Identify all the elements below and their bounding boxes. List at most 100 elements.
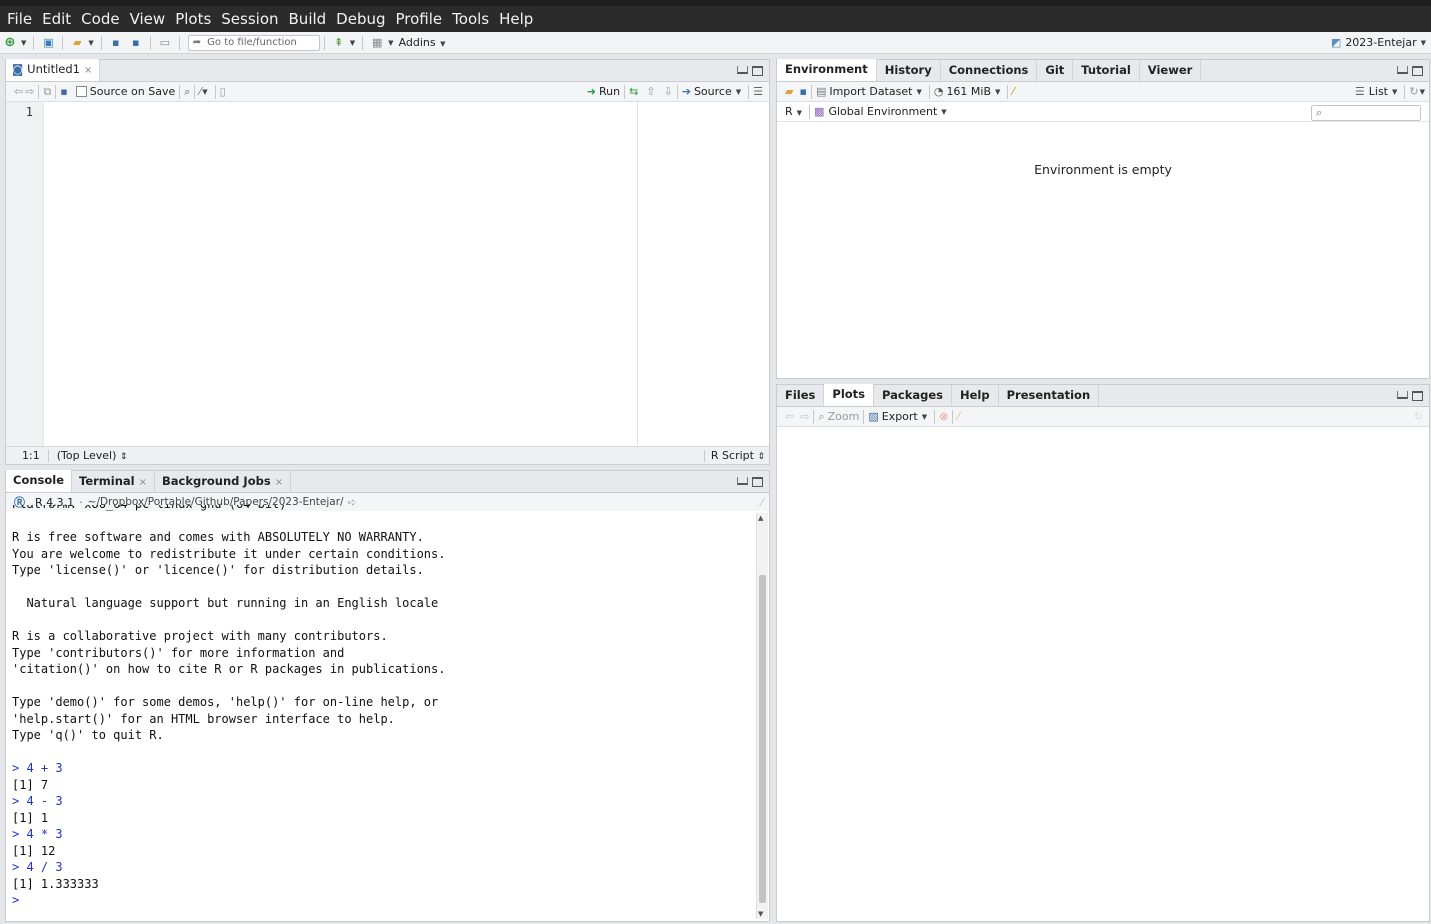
outline-icon[interactable]: ☰ bbox=[753, 85, 763, 98]
minimize-icon[interactable] bbox=[737, 477, 748, 485]
tab-environment[interactable]: Environment bbox=[777, 59, 877, 81]
code-tools-wand-icon[interactable]: ⁄ bbox=[199, 85, 201, 98]
clear-plots-broom-icon[interactable]: ⁄ bbox=[957, 410, 959, 423]
new-file-icon[interactable]: ⊕ bbox=[2, 35, 18, 51]
rerun-icon[interactable]: ⇆ bbox=[629, 85, 638, 98]
scrollbar-thumb[interactable] bbox=[759, 575, 766, 903]
close-icon[interactable]: × bbox=[139, 477, 147, 488]
save-workspace-icon[interactable]: ▪ bbox=[799, 85, 806, 98]
scroll-up-icon[interactable]: ▲ bbox=[758, 514, 763, 522]
forward-arrow-icon[interactable]: ⇨ bbox=[25, 85, 34, 98]
tab-presentation[interactable]: Presentation bbox=[998, 385, 1100, 406]
go-to-file-input[interactable]: ➦ Go to file/function bbox=[187, 34, 320, 51]
scroll-down-icon[interactable]: ▼ bbox=[758, 910, 763, 918]
environment-scope-selector[interactable]: ▩ Global Environment ▼ bbox=[814, 105, 950, 118]
clear-console-broom-icon[interactable]: ⁄ bbox=[761, 496, 763, 509]
tab-connections[interactable]: Connections bbox=[940, 60, 1038, 81]
maximize-icon[interactable] bbox=[1412, 66, 1423, 76]
menu-view[interactable]: View bbox=[125, 6, 171, 32]
menu-session[interactable]: Session bbox=[216, 6, 283, 32]
close-icon[interactable]: × bbox=[275, 477, 283, 488]
remove-plot-icon[interactable]: ⊗ bbox=[939, 410, 948, 423]
menu-edit[interactable]: Edit bbox=[37, 6, 76, 32]
export-button[interactable]: ▧ Export ▼ bbox=[868, 410, 930, 423]
language-selector[interactable]: R ▼ bbox=[785, 105, 805, 118]
save-icon[interactable]: ▪ bbox=[60, 85, 67, 98]
r-file-icon: ◙ bbox=[12, 62, 24, 76]
code-tools-caret-icon[interactable]: ▼ bbox=[202, 88, 207, 96]
tab-help[interactable]: Help bbox=[952, 385, 999, 406]
zoom-button[interactable]: ⌕ Zoom bbox=[818, 410, 859, 424]
view-mode-button[interactable]: ☰ List ▼ bbox=[1355, 85, 1401, 98]
maximize-icon[interactable] bbox=[1412, 391, 1423, 401]
tab-history[interactable]: History bbox=[876, 60, 941, 81]
tab-console[interactable]: Console bbox=[6, 470, 73, 492]
scope-selector[interactable]: (Top Level) ⇕ bbox=[57, 449, 128, 462]
maximize-icon[interactable] bbox=[752, 477, 763, 487]
version-control-icon[interactable]: ⇞ bbox=[331, 35, 347, 51]
environment-search-input[interactable]: ⌕ bbox=[1311, 105, 1421, 121]
tab-background-jobs[interactable]: Background Jobs × bbox=[155, 471, 292, 492]
save-icon[interactable]: ▪ bbox=[108, 35, 124, 51]
console-output[interactable]: Platform: x86_64-pc-linux-gnu (64-bit) R… bbox=[12, 505, 752, 919]
new-file-dropdown-icon[interactable]: ▼ bbox=[21, 39, 26, 47]
project-menu[interactable]: ◩ 2023-Entejar ▼ bbox=[1331, 36, 1429, 49]
console-output-line: Natural language support but running in … bbox=[12, 596, 439, 610]
new-project-icon[interactable]: ▣ bbox=[40, 35, 56, 51]
go-up-icon[interactable]: ⇧ bbox=[646, 85, 655, 98]
refresh-icon[interactable]: ↻ bbox=[1409, 85, 1418, 98]
run-button[interactable]: ➜ Run bbox=[587, 85, 620, 98]
version-control-dropdown-icon[interactable]: ▼ bbox=[350, 39, 355, 47]
source-window-controls bbox=[737, 66, 763, 76]
plots-toolbar: ⇦ ⇨ ⌕ Zoom ▧ Export ▼ ⊗ ⁄ ↻ bbox=[777, 407, 1429, 427]
minimize-icon[interactable] bbox=[1397, 66, 1408, 74]
tab-files[interactable]: Files bbox=[777, 385, 825, 406]
menu-code[interactable]: Code bbox=[76, 6, 124, 32]
code-editor[interactable] bbox=[45, 102, 769, 446]
refresh-caret-icon[interactable]: ▼ bbox=[1420, 88, 1425, 96]
addins-menu[interactable]: Addins ▼ bbox=[399, 36, 449, 49]
tab-packages[interactable]: Packages bbox=[874, 385, 952, 406]
show-in-window-icon[interactable]: ⧉ bbox=[43, 85, 51, 99]
previous-plot-icon[interactable]: ⇦ bbox=[785, 410, 794, 423]
close-icon[interactable]: × bbox=[84, 65, 92, 76]
source-button[interactable]: ➔ Source ▼ bbox=[682, 85, 744, 98]
minimize-icon[interactable] bbox=[737, 66, 748, 74]
pane-layout-dropdown-icon[interactable]: ▼ bbox=[388, 39, 393, 47]
print-icon[interactable]: ▭ bbox=[157, 35, 173, 51]
menu-help[interactable]: Help bbox=[494, 6, 538, 32]
menu-debug[interactable]: Debug bbox=[331, 6, 390, 32]
load-workspace-icon[interactable]: ▰ bbox=[785, 85, 793, 98]
tab-terminal[interactable]: Terminal × bbox=[72, 471, 156, 492]
menu-tools[interactable]: Tools bbox=[447, 6, 494, 32]
maximize-icon[interactable] bbox=[752, 66, 763, 76]
tab-tutorial[interactable]: Tutorial bbox=[1073, 60, 1140, 81]
tab-git[interactable]: Git bbox=[1037, 60, 1074, 81]
tab-untitled1[interactable]: ◙ Untitled1 × bbox=[6, 59, 101, 81]
save-all-icon[interactable]: ▪ bbox=[128, 35, 144, 51]
console-scrollbar[interactable]: ▲ ▼ bbox=[756, 513, 768, 919]
menu-file[interactable]: File bbox=[2, 6, 37, 32]
search-icon[interactable]: ⌕ bbox=[184, 85, 190, 99]
menu-plots[interactable]: Plots bbox=[170, 6, 216, 32]
minimize-icon[interactable] bbox=[1397, 391, 1408, 399]
memory-usage-button[interactable]: ◔ 161 MiB ▼ bbox=[934, 85, 1004, 98]
clear-environment-broom-icon[interactable]: ⁄ bbox=[1012, 85, 1014, 98]
open-file-dropdown-icon[interactable]: ▼ bbox=[88, 39, 93, 47]
source-on-save-checkbox[interactable] bbox=[75, 86, 87, 97]
tab-viewer[interactable]: Viewer bbox=[1139, 60, 1202, 81]
menu-build[interactable]: Build bbox=[284, 6, 332, 32]
tab-plots[interactable]: Plots bbox=[824, 384, 875, 406]
next-plot-icon[interactable]: ⇨ bbox=[800, 410, 809, 423]
menu-profile[interactable]: Profile bbox=[391, 6, 448, 32]
refresh-plot-icon[interactable]: ↻ bbox=[1414, 410, 1423, 423]
pane-layout-icon[interactable]: ▦ bbox=[369, 35, 385, 51]
console-output-line: R is free software and comes with ABSOLU… bbox=[12, 530, 424, 544]
back-arrow-icon[interactable]: ⇦ bbox=[14, 85, 23, 98]
import-dataset-button[interactable]: ▤ Import Dataset ▼ bbox=[816, 85, 925, 98]
go-down-icon[interactable]: ⇩ bbox=[664, 85, 673, 98]
open-file-icon[interactable]: ▰ bbox=[69, 35, 85, 51]
compile-report-icon[interactable]: ▯ bbox=[220, 85, 226, 98]
file-type-selector[interactable]: R Script ⇕ bbox=[711, 449, 765, 462]
